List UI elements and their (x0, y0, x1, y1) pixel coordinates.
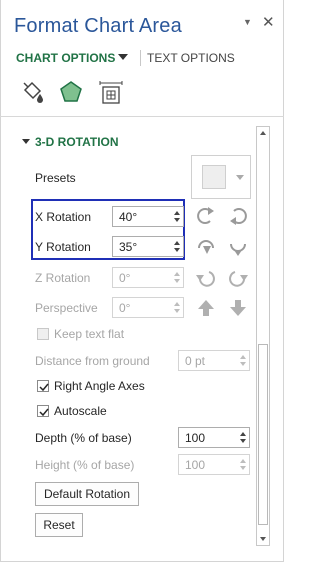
perspective-value: 0° (119, 301, 131, 315)
chevron-down-icon[interactable] (118, 54, 128, 60)
spin-down-icon[interactable] (174, 218, 180, 222)
spin-up-icon (174, 302, 180, 306)
depth-label: Depth (% of base) (35, 431, 132, 445)
rotate-clockwise-icon (229, 271, 248, 287)
height-label: Height (% of base) (35, 458, 135, 472)
rotate-left-icon[interactable] (193, 205, 219, 227)
presets-dropdown[interactable] (191, 155, 251, 199)
narrow-field-icon (198, 300, 214, 316)
spin-up-icon (240, 459, 246, 463)
x-rotation-value[interactable]: 40° (119, 210, 137, 224)
autoscale-checkbox[interactable] (37, 405, 49, 417)
x-rotation-spinner[interactable]: 40° (112, 206, 184, 227)
scroll-thumb[interactable] (258, 344, 268, 525)
collapse-caret-icon[interactable] (22, 139, 30, 144)
reset-button[interactable]: Reset (35, 513, 83, 537)
close-icon[interactable]: ✕ (262, 13, 275, 31)
spin-down-icon (240, 362, 246, 366)
presets-label: Presets (35, 171, 76, 185)
right-angle-axes-checkbox[interactable] (37, 380, 49, 392)
spin-down-icon[interactable] (174, 248, 180, 252)
rotate-right-icon[interactable] (225, 205, 251, 227)
pane-title: Format Chart Area (14, 15, 182, 37)
x-rotation-label: X Rotation (35, 210, 92, 224)
fill-bucket-icon[interactable] (19, 80, 45, 106)
spin-up-icon[interactable] (240, 432, 246, 436)
spin-down-icon (174, 279, 180, 283)
tab-chart-options[interactable]: CHART OPTIONS (16, 51, 115, 65)
widen-field-icon (230, 300, 246, 316)
distance-from-ground-spinner: 0 pt (178, 350, 250, 371)
spin-up-icon[interactable] (174, 241, 180, 245)
spin-up-icon (174, 272, 180, 276)
perspective-spinner: 0° (112, 297, 184, 318)
height-value: 100 (185, 458, 206, 472)
z-rotation-value: 0° (119, 271, 131, 285)
z-rotation-label: Z Rotation (35, 271, 91, 285)
tab-divider (140, 50, 141, 66)
scroll-down-icon[interactable] (257, 532, 269, 545)
pane-scrollbar[interactable] (256, 126, 270, 546)
default-rotation-button[interactable]: Default Rotation (35, 482, 139, 506)
height-spinner: 100 (178, 454, 250, 475)
rotate-counterclockwise-icon (196, 271, 215, 287)
perspective-label: Perspective (35, 301, 98, 315)
pane-options-dropdown-icon[interactable]: ▼ (243, 17, 252, 27)
keep-text-flat-label: Keep text flat (54, 327, 125, 341)
y-rotation-label: Y Rotation (35, 240, 91, 254)
spin-down-icon (174, 309, 180, 313)
size-properties-icon[interactable] (98, 80, 124, 106)
rotate-up-icon[interactable] (193, 236, 219, 258)
distance-from-ground-value: 0 pt (185, 354, 206, 368)
preset-swatch (202, 165, 226, 189)
spin-up-icon (240, 355, 246, 359)
pentagon-effects-icon[interactable] (58, 79, 84, 105)
section-title-3d-rotation[interactable]: 3-D ROTATION (35, 135, 119, 149)
y-rotation-value[interactable]: 35° (119, 240, 137, 254)
chevron-down-icon (236, 175, 244, 180)
scroll-up-icon[interactable] (257, 127, 269, 140)
distance-from-ground-label: Distance from ground (35, 354, 150, 368)
depth-spinner[interactable]: 100 (178, 427, 250, 448)
spin-down-icon[interactable] (240, 439, 246, 443)
right-angle-axes-label[interactable]: Right Angle Axes (54, 379, 145, 393)
spin-up-icon[interactable] (174, 211, 180, 215)
spin-down-icon (240, 466, 246, 470)
rotate-down-icon[interactable] (225, 236, 251, 258)
autoscale-label[interactable]: Autoscale (54, 404, 107, 418)
tab-text-options[interactable]: TEXT OPTIONS (147, 51, 235, 65)
depth-value[interactable]: 100 (185, 431, 205, 445)
y-rotation-spinner[interactable]: 35° (112, 236, 184, 257)
category-divider (0, 116, 284, 117)
keep-text-flat-checkbox (37, 328, 49, 340)
z-rotation-spinner: 0° (112, 267, 184, 288)
